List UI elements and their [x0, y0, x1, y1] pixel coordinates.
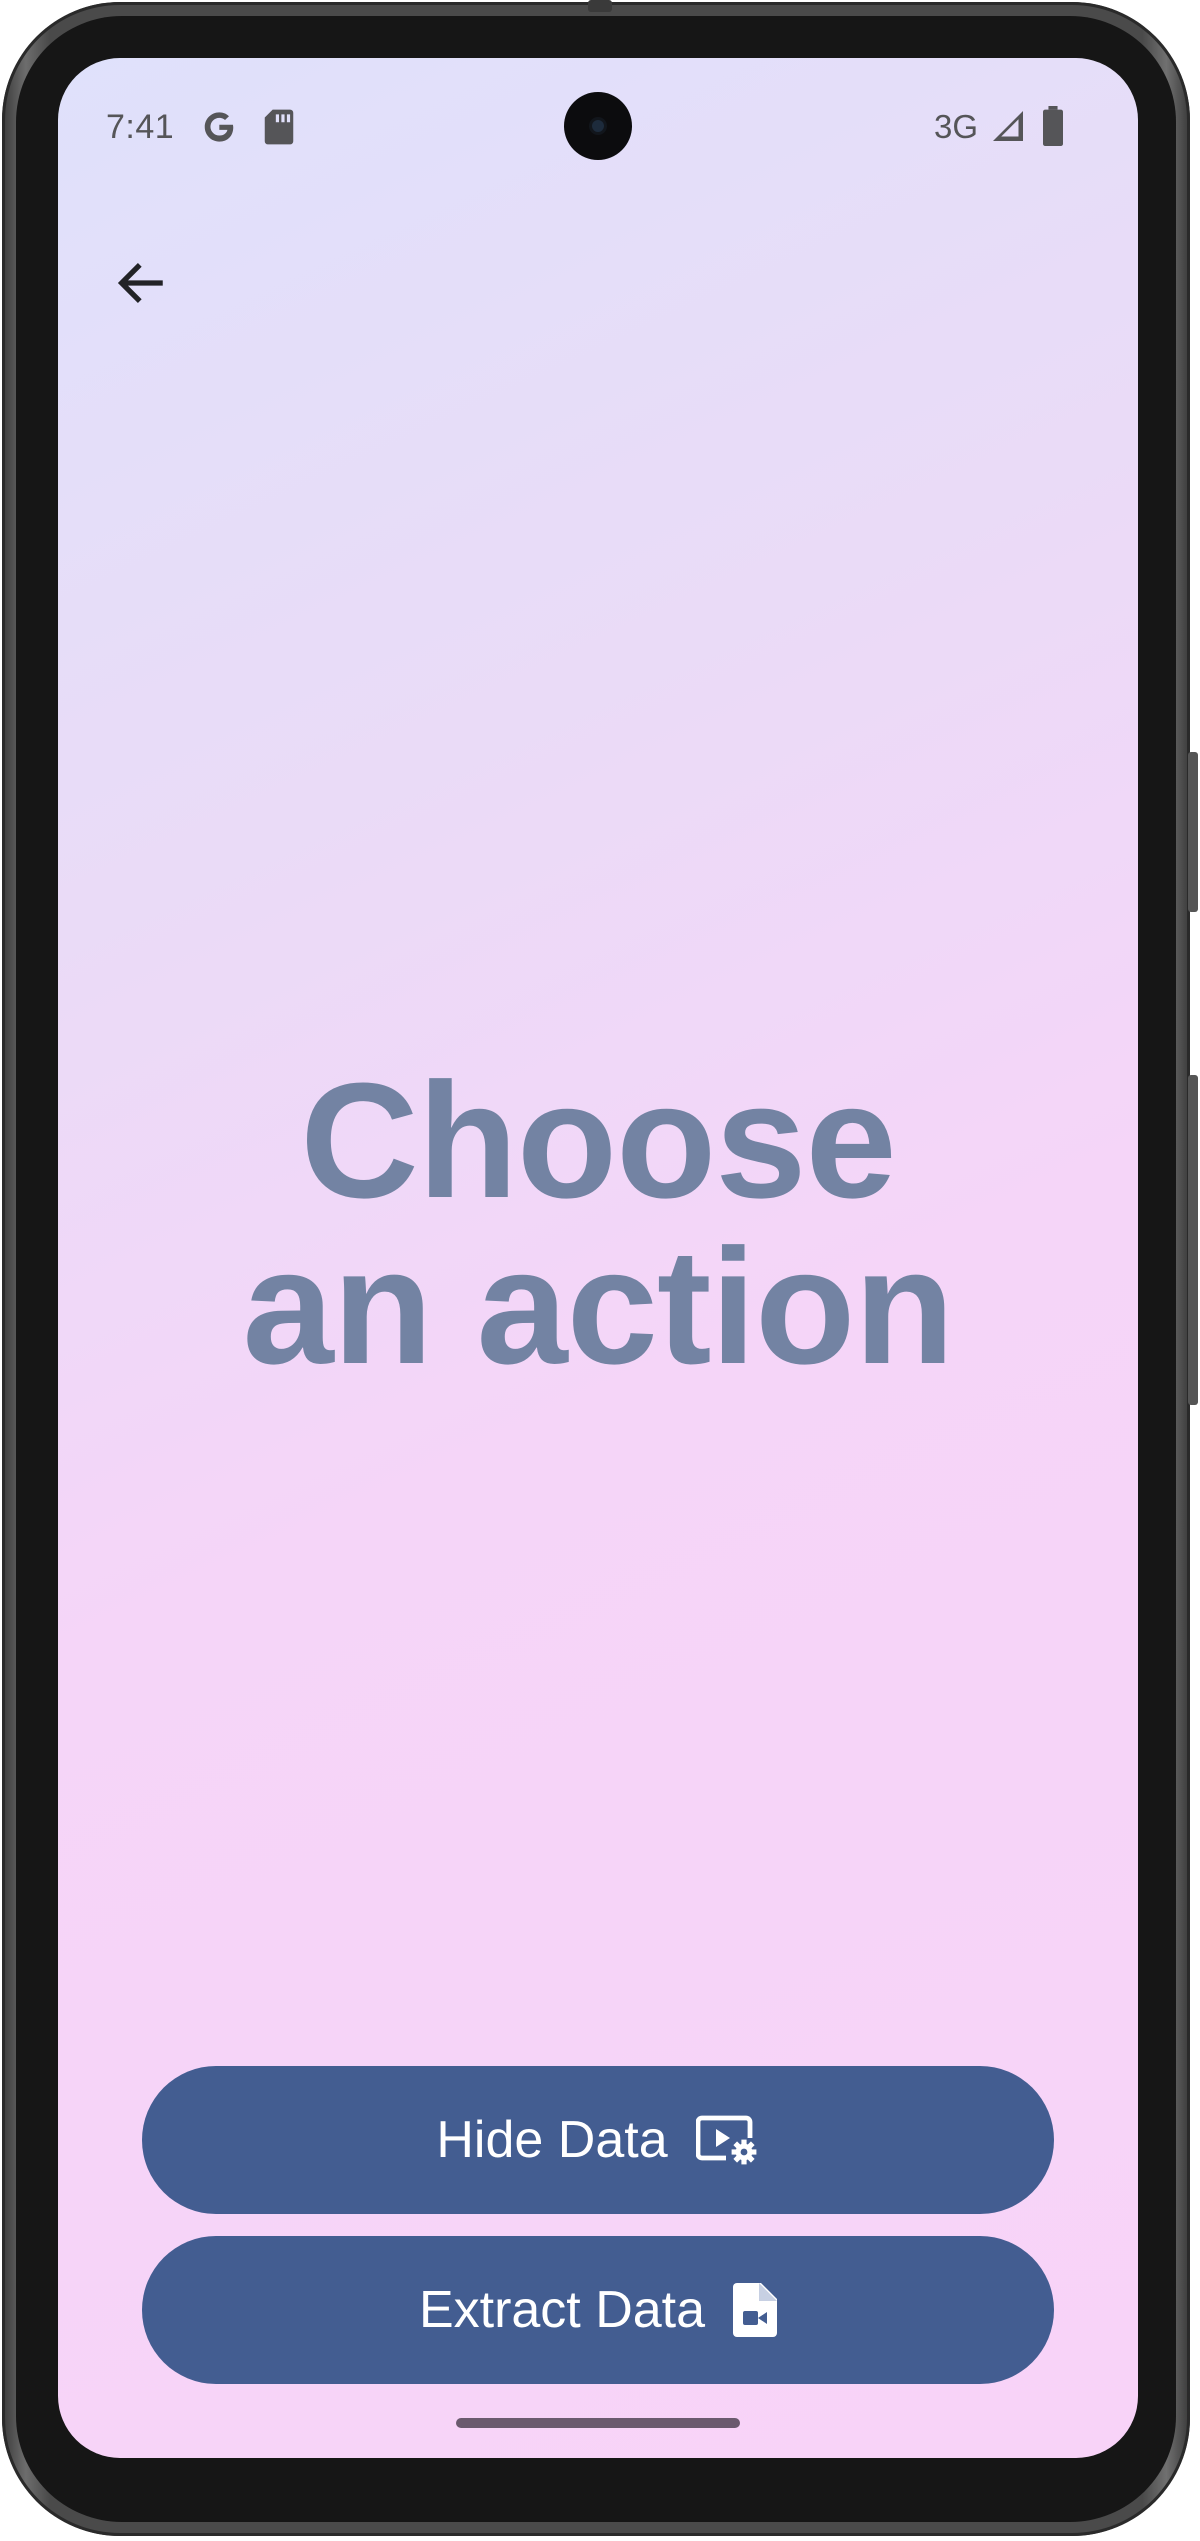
gesture-nav-bar[interactable] [456, 2418, 740, 2428]
battery-icon [1043, 106, 1063, 146]
extract-data-button[interactable]: Extract Data [142, 2236, 1054, 2384]
signal-icon [993, 111, 1023, 141]
front-camera [564, 92, 632, 160]
status-bar: 7:41 3G [58, 58, 1138, 188]
google-icon [204, 112, 234, 142]
arrow-left-icon [117, 262, 163, 304]
back-button[interactable] [96, 238, 186, 328]
extract-data-label: Extract Data [418, 2281, 706, 2339]
power-button [1188, 752, 1198, 912]
screen: 7:41 3G Choose an action Hide Data Extra… [58, 58, 1138, 2458]
network-type: 3G [934, 108, 979, 145]
title-line-1: Choose [300, 1049, 896, 1232]
sd-card-icon [264, 109, 294, 145]
file-video-icon [733, 2283, 778, 2337]
status-time: 7:41 [106, 108, 175, 146]
phone-top-sensor [588, 0, 612, 12]
title-line-2: an action [242, 1215, 955, 1398]
hide-data-label: Hide Data [436, 2111, 668, 2169]
video-settings-icon [695, 2115, 757, 2165]
volume-button [1188, 1075, 1198, 1405]
hide-data-button[interactable]: Hide Data [142, 2066, 1054, 2214]
page-title: Choose an action [58, 1058, 1138, 1390]
